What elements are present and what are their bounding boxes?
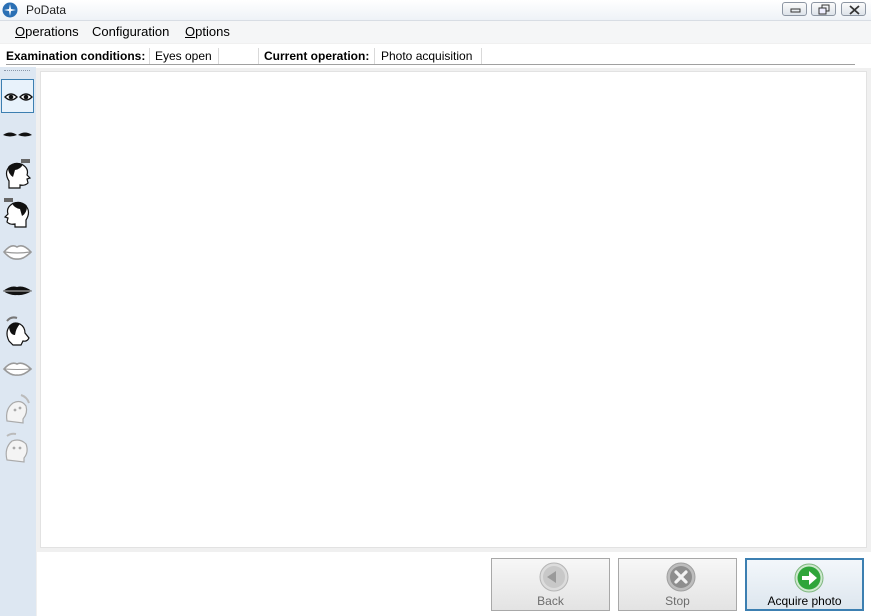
lips-closed-icon xyxy=(3,286,32,296)
stop-x-icon xyxy=(666,562,696,592)
close-button[interactable] xyxy=(841,2,866,16)
stop-button-label: Stop xyxy=(665,594,690,608)
back-button-label: Back xyxy=(537,594,564,608)
divider xyxy=(149,48,150,64)
title-bar: PoData xyxy=(0,0,871,21)
photo-canvas[interactable] xyxy=(40,71,867,548)
acquire-photo-label: Acquire photo xyxy=(767,594,842,608)
tool-head-right-profile[interactable] xyxy=(1,157,34,191)
back-button[interactable]: Back xyxy=(491,558,610,611)
tool-face-disabled[interactable] xyxy=(1,391,34,425)
tool-head-tilt[interactable] xyxy=(1,313,34,347)
tool-eyes-open[interactable] xyxy=(1,79,34,113)
go-arrow-icon xyxy=(794,563,824,593)
face-disabled-icon xyxy=(6,394,30,424)
pose-toolbar xyxy=(0,67,36,616)
restore-button[interactable] xyxy=(811,2,836,16)
lips-open-icon xyxy=(2,245,33,260)
eyes-open-icon xyxy=(4,93,33,101)
tool-lips-open[interactable] xyxy=(1,235,34,269)
exam-conditions-label: Examination conditions: xyxy=(6,49,146,63)
head-right-profile-icon xyxy=(5,159,32,189)
divider xyxy=(481,48,482,64)
divider xyxy=(218,48,219,64)
app-logo-icon xyxy=(2,2,18,18)
acquire-photo-button[interactable]: Acquire photo xyxy=(745,558,864,611)
menu-bar: Operations Configuration Options xyxy=(0,21,871,43)
menu-options[interactable]: Options xyxy=(185,24,230,39)
menu-operations[interactable]: Operations xyxy=(15,24,79,39)
minimize-icon xyxy=(790,8,801,13)
tool-eyes-closed[interactable] xyxy=(1,118,34,152)
head-tilt-icon xyxy=(6,316,30,346)
tool-lips-relaxed[interactable] xyxy=(1,352,34,386)
current-operation-label: Current operation: xyxy=(264,49,370,63)
face-disabled-2-icon xyxy=(5,432,28,463)
head-left-profile-icon xyxy=(3,198,30,228)
exam-conditions-value: Eyes open xyxy=(155,49,212,63)
current-operation-value: Photo acquisition xyxy=(381,49,473,63)
restore-icon xyxy=(818,4,830,15)
divider xyxy=(258,48,259,64)
tool-lips-closed[interactable] xyxy=(1,274,34,308)
lips-relaxed-icon xyxy=(2,362,33,376)
toolbar-grip[interactable] xyxy=(4,70,30,74)
tool-face-disabled-2[interactable] xyxy=(1,430,34,464)
back-arrow-icon xyxy=(539,562,569,592)
tool-head-left-profile[interactable] xyxy=(1,196,34,230)
menu-configuration[interactable]: Configuration xyxy=(92,24,169,39)
status-row: Examination conditions: Eyes open Curren… xyxy=(0,44,871,68)
divider xyxy=(374,48,375,64)
minimize-button[interactable] xyxy=(782,2,807,16)
eyes-closed-icon xyxy=(3,132,32,137)
window-title: PoData xyxy=(26,3,67,17)
stop-button[interactable]: Stop xyxy=(618,558,737,611)
status-underline xyxy=(6,64,855,65)
close-icon xyxy=(849,5,860,15)
